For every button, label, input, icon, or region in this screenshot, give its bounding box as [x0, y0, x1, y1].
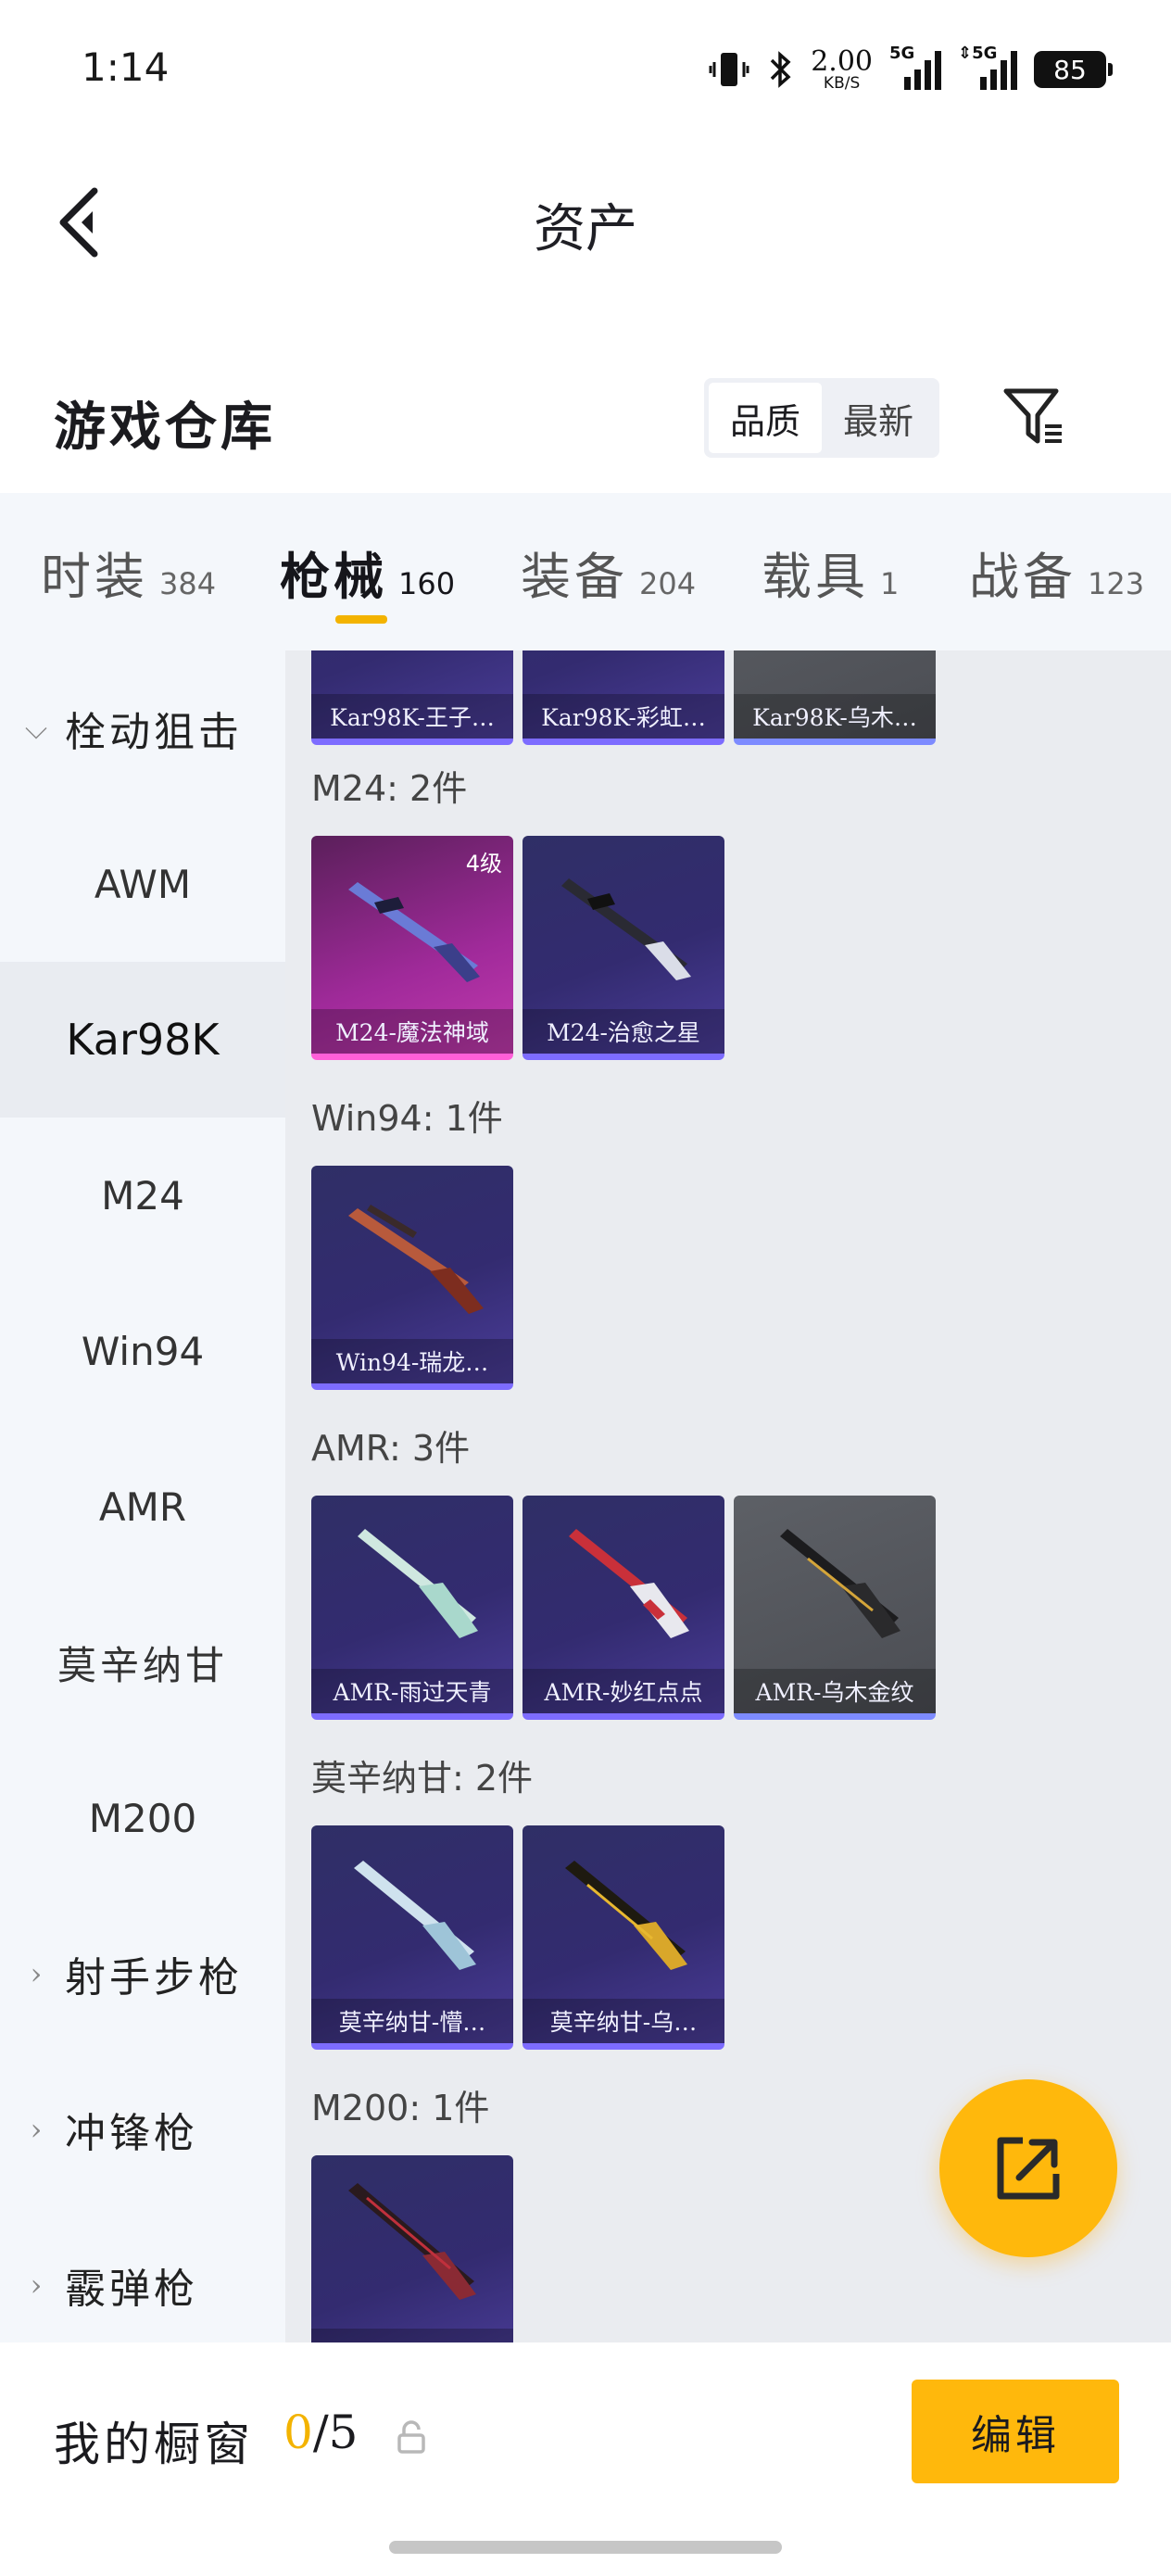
group-label: 莫辛纳甘: 2件: [311, 1758, 534, 1799]
item-card[interactable]: Kar98K-彩虹…: [523, 650, 724, 745]
tab-fashion[interactable]: 时装 384: [41, 536, 216, 609]
tab-guns[interactable]: 枪械 160: [280, 536, 455, 609]
lock-icon: [397, 2420, 425, 2454]
section-title: 游戏仓库: [54, 397, 276, 458]
item-card[interactable]: Kar98K-王子…: [311, 650, 513, 745]
group-label: AMR: 3件: [311, 1428, 471, 1469]
item-name: 莫辛纳甘-懵…: [311, 1999, 513, 2043]
signal-2-icon: ⇕5G: [958, 44, 1017, 90]
item-card[interactable]: 莫辛纳甘-懵…: [311, 1825, 513, 2050]
filter-button[interactable]: [997, 380, 1071, 454]
item-name: 莫辛纳甘-乌…: [523, 1999, 724, 2043]
sidebar-category-shotgun[interactable]: › 霰弹枪: [0, 2207, 285, 2342]
tab-supplies[interactable]: 战备 123: [969, 536, 1144, 609]
item-name: Kar98K-彩虹…: [523, 694, 724, 739]
signal-1-icon: 5G: [889, 44, 941, 90]
page-title: 资产: [534, 199, 637, 259]
item-name: AMR-乌木金纹: [734, 1669, 936, 1713]
group-label: Win94: 1件: [311, 1098, 503, 1139]
edit-button[interactable]: 编辑: [912, 2380, 1119, 2483]
item-name: AMR-妙红点点: [523, 1669, 724, 1713]
item-name: M24-治愈之星: [523, 1009, 724, 1054]
status-time: 1:14: [82, 44, 170, 90]
chevron-right-icon: ›: [30, 2267, 46, 2303]
rifle-icon: [358, 1529, 478, 1638]
item-card[interactable]: Kar98K-乌木…: [734, 650, 936, 745]
item-card[interactable]: Win94-瑞龙…: [311, 1166, 513, 1390]
tab-equipment[interactable]: 装备 204: [521, 536, 696, 609]
rifle-icon: [569, 1529, 689, 1638]
item-name: M24-魔法神域: [311, 1009, 513, 1054]
category-tabs: 时装 384 枪械 160 装备 204 载具 1 战备 123: [0, 493, 1171, 650]
rifle-icon: [354, 1861, 476, 1970]
item-name: Kar98K-王子…: [311, 694, 513, 739]
active-tab-indicator: [335, 615, 387, 624]
showcase-bar: 我的橱窗 0/5 编辑: [0, 2342, 1171, 2576]
sort-toggle: 品质 最新: [704, 378, 939, 458]
net-speed: 2.00 KB/S: [811, 44, 873, 93]
item-card[interactable]: AMR-妙红点点: [523, 1496, 724, 1720]
sidebar-category-smg[interactable]: › 冲锋枪: [0, 2052, 285, 2207]
item-card[interactable]: [311, 2155, 513, 2342]
warehouse-header: 游戏仓库 品质 最新: [0, 343, 1171, 491]
vibrate-icon: [709, 53, 749, 86]
sidebar-category-bolt-action[interactable]: ⌵ 栓动狙击: [0, 650, 285, 806]
group-label: M200: 1件: [311, 2088, 490, 2128]
tab-vehicles[interactable]: 载具 1: [762, 536, 899, 609]
rifle-icon: [348, 882, 480, 982]
sidebar-item-m24[interactable]: M24: [0, 1118, 285, 1273]
rifle-icon: [561, 878, 691, 980]
item-card[interactable]: M24-治愈之星: [523, 836, 724, 1060]
filter-icon: [1003, 388, 1062, 444]
external-share-icon: [997, 2137, 1060, 2200]
bluetooth-icon: [770, 51, 791, 88]
home-indicator[interactable]: [389, 2541, 782, 2554]
item-card[interactable]: AMR-乌木金纹: [734, 1496, 936, 1720]
item-card[interactable]: 莫辛纳甘-乌…: [523, 1825, 724, 2050]
chevron-right-icon: ›: [30, 1956, 46, 1991]
sidebar-item-m200[interactable]: M200: [0, 1740, 285, 1896]
item-card[interactable]: 4级 M24-魔法神域: [311, 836, 513, 1060]
item-name: Win94-瑞龙…: [311, 1339, 513, 1383]
group-label: M24: 2件: [311, 768, 468, 809]
battery-indicator: 85: [1034, 51, 1113, 88]
sort-option-quality[interactable]: 品质: [709, 383, 822, 453]
app-header: 资产: [0, 139, 1171, 297]
status-bar: 1:14 2.00 KB/S 5G ⇕5G 85: [0, 0, 1171, 139]
status-icons: 2.00 KB/S 5G ⇕5G 85: [709, 37, 1113, 102]
sidebar-item-awm[interactable]: AWM: [0, 806, 285, 962]
item-name: [311, 2329, 513, 2342]
share-button[interactable]: [939, 2079, 1117, 2257]
chevron-right-icon: ›: [30, 2112, 46, 2147]
showcase-label: 我的橱窗: [54, 2418, 254, 2471]
sidebar-category-marksman[interactable]: › 射手步枪: [0, 1896, 285, 2052]
item-name: Kar98K-乌木…: [734, 694, 936, 739]
rifle-icon: [348, 2183, 476, 2300]
weapon-sidebar: ⌵ 栓动狙击 AWM Kar98K M24 Win94 AMR 莫辛纳甘 M20…: [0, 650, 285, 2342]
rifle-icon: [780, 1529, 900, 1638]
sidebar-item-win94[interactable]: Win94: [0, 1273, 285, 1429]
showcase-count: 0/5: [283, 2406, 359, 2459]
rifle-icon: [348, 1205, 484, 1314]
sort-option-latest[interactable]: 最新: [822, 383, 935, 453]
sidebar-item-mosin[interactable]: 莫辛纳甘: [0, 1585, 285, 1740]
item-card[interactable]: AMR-雨过天青: [311, 1496, 513, 1720]
chevron-down-icon: ⌵: [24, 710, 52, 746]
item-name: AMR-雨过天青: [311, 1669, 513, 1713]
sidebar-item-amr[interactable]: AMR: [0, 1429, 285, 1585]
rifle-icon: [565, 1861, 687, 1970]
sidebar-item-kar98k[interactable]: Kar98K: [0, 962, 285, 1118]
